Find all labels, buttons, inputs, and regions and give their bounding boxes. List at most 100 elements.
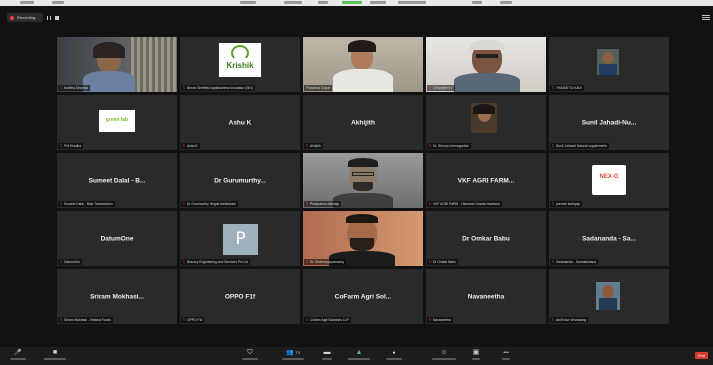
tile-vkf[interactable]: VKF AGRI FARM... ⌇ VKF AGRI FARM - Haveane… — [426, 153, 546, 208]
muted-mic-icon: ⌇ — [429, 143, 431, 148]
mute-button[interactable]: 🎤 — [10, 349, 26, 360]
muted-mic-icon: ⌇ — [552, 201, 554, 206]
participant-name-badge: ⌇ Anil Kaur Vinaraiung — [550, 317, 588, 323]
participant-display-name: Navaneetha — [467, 293, 505, 300]
muted-mic-icon: ⌇ — [60, 143, 62, 148]
participant-name-badge: ⌇ Kavitha Dhavala — [58, 85, 91, 91]
muted-mic-icon: ⌇ — [552, 317, 554, 322]
participant-name: Sunil Jahnadi Natural supplements — [556, 144, 607, 148]
muted-mic-icon: ⌇ — [183, 143, 185, 148]
participant-name-badge: ⌇ Akhijith — [304, 143, 323, 149]
chat-button[interactable]: ▬ — [322, 349, 332, 360]
muted-mic-icon: ⌇ — [60, 317, 62, 322]
meeting-toolbar: 🎤 ■ ⛉ 👥 73 ▬ ▲ ● ☺ ▣ ••• End — [0, 347, 713, 365]
krishik-logo-text: Krishik — [226, 61, 254, 70]
participant-display-name: Ashu K — [228, 119, 252, 126]
participant-display-name: Sriram Mokhasi... — [90, 293, 144, 300]
participant-name: Bravory Engineering and Services Pvt Ltd — [187, 260, 249, 264]
participants-button[interactable]: 👥 73 — [282, 349, 304, 360]
tile-host[interactable]: Prasanna Gopal — [303, 37, 423, 92]
tile-green-lab[interactable]: green lab ⌇ Prit Khadka — [57, 95, 177, 150]
participant-name: OPPO F1f — [187, 318, 203, 322]
tile-cofarm[interactable]: CoFarm Agri Sol... ⌇ Cofarm Agri Solutions… — [303, 269, 423, 324]
recording-label: Recording... — [17, 15, 39, 20]
apps-button[interactable]: ▣ — [472, 349, 480, 360]
participant-name: VKF AGRI FARM - Haveane Gowda Haveane — [433, 202, 500, 206]
muted-mic-icon: ⌇ — [306, 259, 308, 264]
participant-name: Ashu K — [187, 144, 198, 148]
tile-sriram[interactable]: Sriram Mokhasi... ⌇ Sriram Mokhasi - Vriks… — [57, 269, 177, 324]
participant-display-name: Sumeet Dalal - B... — [88, 177, 146, 184]
participant-name-badge: ⌇ DatumOne — [58, 259, 82, 265]
end-meeting-button[interactable]: End — [695, 352, 708, 359]
participant-name-badge: ⌇ Dr Gurumurthy Hegde Aditshbach — [181, 201, 239, 207]
nexg-logo-text: NEX-G — [599, 174, 619, 180]
share-screen-icon: ▲ — [355, 349, 363, 356]
tile-p-logo[interactable]: P ⌇ Bravory Engineering and Services Pvt L… — [180, 211, 300, 266]
record-button[interactable]: ● — [386, 349, 402, 360]
tile-sumeet[interactable]: Sumeet Dalal - B... ⌇ Sumeet Dalal - Biotr… — [57, 153, 177, 208]
participant-name-badge: ⌇ Navaneetha — [427, 317, 453, 323]
tile-krishik[interactable]: Krishik ⌇ Bench Sheffield Agribusiness Inc… — [180, 37, 300, 92]
tile-sadananda[interactable]: Sadananda - Sa... ⌇ Sadananda - Samrakshan… — [549, 211, 669, 266]
participant-name-badge: ⌇ Sadananda - Samrakshana — [550, 259, 599, 265]
tile-shreya[interactable]: ⌇ Dr. Shreya Iorenagunike — [426, 95, 546, 150]
tile-navaneetha[interactable]: Navaneetha ⌇ Navaneetha — [426, 269, 546, 324]
tile-sunil[interactable]: Sunil Jahadi-Nu... ⌇ Sunil Jahnadi Natural… — [549, 95, 669, 150]
tile-ashu[interactable]: Ashu K ⌇ Ashu K — [180, 95, 300, 150]
tile-kavitha[interactable]: ⌇ Kavitha Dhavala — [57, 37, 177, 92]
view-options-icon[interactable] — [702, 15, 710, 20]
muted-mic-icon: ⌇ — [306, 143, 308, 148]
tile-tharasiva[interactable]: ⌇ THARATTU KAVI — [549, 37, 669, 92]
participant-name: Anil Kaur Vinaraiung — [556, 318, 586, 322]
muted-mic-icon: ⌇ — [183, 259, 185, 264]
muted-mic-icon: ⌇ — [183, 201, 185, 206]
tile-omkar[interactable]: Dr Omkar Babu ⌇ Dr Omkar Babu — [426, 211, 546, 266]
video-button[interactable]: ■ — [44, 349, 66, 360]
participant-display-name: Akhijith — [351, 119, 375, 126]
muted-mic-icon: ⌇ — [429, 317, 431, 322]
tile-older-man[interactable]: ⌇ Chiranjeevi V — [426, 37, 546, 92]
muted-mic-icon: ⌇ — [429, 85, 431, 90]
participant-display-name: DatumOne — [100, 235, 134, 242]
tile-bearded-man[interactable]: ⌇ Dr. Dharnanjayaswamy — [303, 211, 423, 266]
security-button[interactable]: ⛉ — [242, 349, 258, 360]
tile-oppo[interactable]: OPPO F1f ⌇ OPPO F1f — [180, 269, 300, 324]
participants-count: 73 — [295, 350, 300, 355]
participant-name-badge: ⌇ OPPO F1f — [181, 317, 205, 323]
participant-name-badge: ⌇ Bravory Engineering and Services Pvt Lt… — [181, 259, 251, 265]
participant-name: Cofarm Agri Solutions LLP — [310, 318, 349, 322]
reactions-button[interactable]: ☺ — [432, 349, 456, 360]
muted-mic-icon: ⌇ — [429, 259, 431, 264]
participant-name: Chiranjeevi V — [433, 86, 453, 90]
participant-name-badge: ⌇ THARATTU KAVI — [550, 85, 584, 91]
participant-name: Sadananda - Samrakshana — [556, 260, 597, 264]
tile-datumone[interactable]: DatumOne ⌇ DatumOne — [57, 211, 177, 266]
chat-icon: ▬ — [323, 349, 331, 356]
shield-icon: ⛉ — [247, 349, 253, 356]
participants-icon: 👥 — [286, 350, 294, 356]
tile-pradyumna[interactable]: ⌇ Pradyumna Akkiraju — [303, 153, 423, 208]
tile-akhijith[interactable]: Akhijith ⌇ Akhijith — [303, 95, 423, 150]
participant-name-badge: ⌇ Ashu K — [181, 143, 200, 149]
participant-name: Pradyumna Akkiraju — [310, 202, 340, 206]
tile-anil[interactable]: ⌇ Anil Kaur Vinaraiung — [549, 269, 669, 324]
participant-name-badge: ⌇ Dr. Shreya Iorenagunike — [427, 143, 471, 149]
muted-mic-icon: ⌇ — [306, 317, 308, 322]
pause-recording-icon[interactable] — [46, 15, 51, 20]
tile-nexg[interactable]: NEX-G ⌇ premsri kashyap — [549, 153, 669, 208]
tile-gurumurthy[interactable]: Dr Gurumurthy... ⌇ Dr Gurumurthy Hegde Adi… — [180, 153, 300, 208]
record-dot-icon — [10, 15, 14, 20]
muted-mic-icon: ⌇ — [60, 201, 62, 206]
more-button[interactable]: ••• — [502, 349, 510, 360]
participant-name-badge: ⌇ premsri kashyap — [550, 201, 583, 207]
stop-recording-icon[interactable] — [54, 15, 59, 20]
participant-display-name: Sunil Jahadi-Nu... — [581, 119, 637, 126]
participant-name: premsri kashyap — [556, 202, 581, 206]
participant-display-name: Dr Omkar Babu — [462, 235, 510, 242]
muted-mic-icon: ⌇ — [183, 317, 185, 322]
share-screen-button[interactable]: ▲ — [348, 349, 370, 360]
microphone-icon: 🎤 — [14, 350, 22, 356]
participant-name: Kavitha Dhavala — [64, 86, 89, 90]
participant-name: Navaneetha — [433, 318, 451, 322]
